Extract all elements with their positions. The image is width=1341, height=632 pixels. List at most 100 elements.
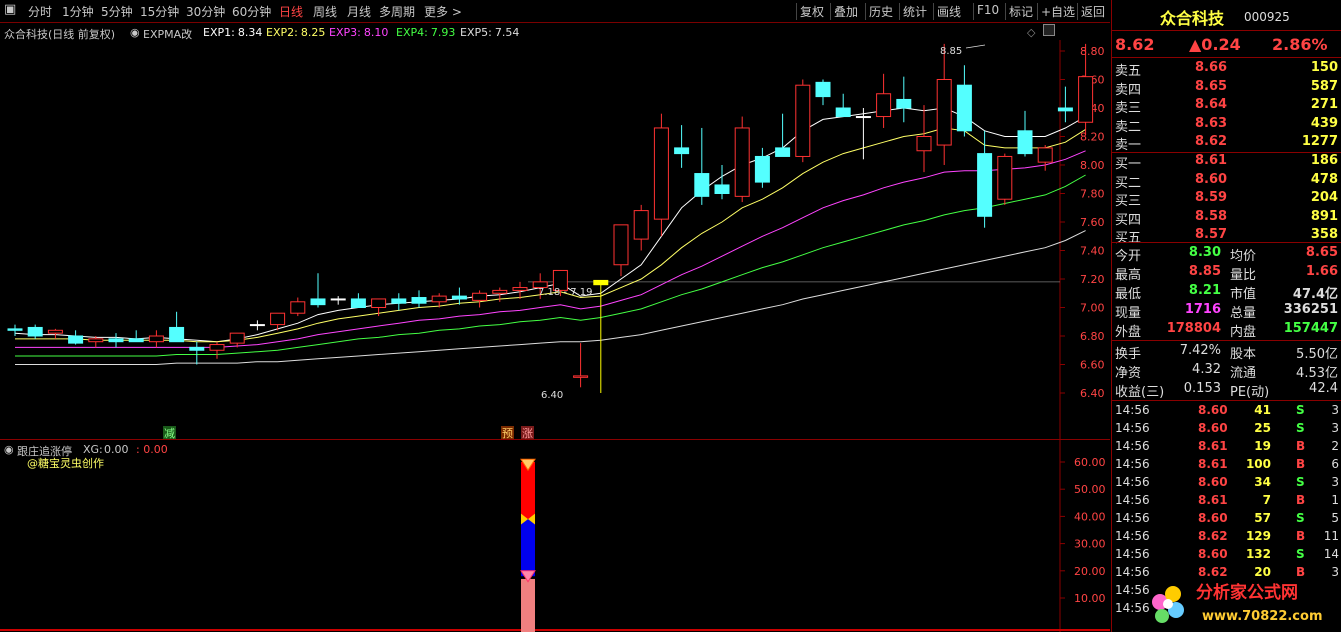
candle-body[interactable]	[371, 298, 387, 309]
candle-body[interactable]	[977, 153, 993, 217]
candle-body[interactable]	[7, 328, 23, 331]
candle-body[interactable]	[229, 332, 245, 344]
toolbar-button-2[interactable]: 历史	[869, 3, 893, 20]
stat-value: 47.4亿	[1292, 287, 1338, 302]
tick-time: 14:56	[1115, 403, 1150, 417]
tick-count: 3	[1331, 403, 1339, 417]
toolbar-button-4[interactable]: 画线	[937, 3, 961, 20]
candle-body[interactable]	[189, 346, 205, 351]
toolbar-button-0[interactable]: 复权	[800, 3, 824, 20]
candle-body[interactable]	[209, 344, 225, 351]
candle-body[interactable]	[472, 292, 488, 301]
maximize-icon[interactable]	[1043, 24, 1055, 36]
candle-body[interactable]	[694, 173, 710, 197]
candle-body[interactable]	[169, 326, 185, 343]
period-tab-4[interactable]: 30分钟	[186, 3, 225, 20]
candle-body[interactable]	[47, 329, 63, 334]
period-tab-10[interactable]: 更多 >	[424, 3, 462, 20]
candle-body[interactable]	[249, 324, 265, 327]
candle-body[interactable]	[350, 298, 366, 309]
toolbar-separator	[973, 3, 974, 20]
price-axis-label: 6.40	[1080, 387, 1105, 400]
candle-body[interactable]	[1057, 107, 1073, 112]
candle-body[interactable]	[27, 326, 43, 337]
candle-body[interactable]	[754, 155, 770, 183]
candle-body[interactable]	[411, 297, 427, 304]
candle-body[interactable]	[391, 298, 407, 304]
toolbar-button-7[interactable]: +自选	[1041, 3, 1075, 20]
candle-body[interactable]	[674, 147, 690, 155]
candle-body[interactable]	[88, 338, 104, 343]
candle-body[interactable]	[815, 81, 831, 98]
candle-body[interactable]	[108, 338, 124, 343]
candle-body[interactable]	[633, 210, 649, 240]
bid-volume: 891	[1310, 208, 1338, 224]
candle-body[interactable]	[1037, 147, 1053, 163]
candle-body[interactable]	[1078, 76, 1094, 123]
candle-body[interactable]	[653, 127, 669, 220]
period-tab-5[interactable]: 60分钟	[232, 3, 271, 20]
candle-body[interactable]	[896, 98, 912, 109]
exp5-value: 7.54	[494, 26, 520, 39]
period-tab-2[interactable]: 5分钟	[101, 3, 133, 20]
last-price: 8.62	[1115, 35, 1155, 54]
period-tab-9[interactable]: 多周期	[379, 3, 415, 20]
menu-icon[interactable]: ▣	[4, 2, 16, 17]
candle-body[interactable]	[876, 93, 892, 118]
blue-bar[interactable]	[521, 519, 535, 577]
toolbar-button-8[interactable]: 返回	[1081, 3, 1105, 20]
candle-body[interactable]	[128, 338, 144, 343]
fund-value: 42.4	[1309, 381, 1338, 396]
candle-body[interactable]	[512, 287, 528, 291]
candle-body[interactable]	[775, 147, 791, 157]
candle-body[interactable]	[936, 79, 952, 146]
tick-volume: 25	[1254, 421, 1271, 435]
period-tab-1[interactable]: 1分钟	[62, 3, 94, 20]
candle-body[interactable]	[68, 335, 84, 344]
candle-body[interactable]	[310, 298, 326, 306]
quote-panel: 众合科技 000925 8.62 ▲0.24 2.86% 卖五 8.66 150 卖四 8.65 5…	[1111, 0, 1341, 632]
pink-bar[interactable]	[521, 578, 535, 632]
period-tab-0[interactable]: 分时	[28, 3, 52, 20]
tick-side: B	[1296, 457, 1306, 471]
toolbar-button-3[interactable]: 统计	[903, 3, 927, 20]
candle-body[interactable]	[593, 279, 609, 286]
sub-indicator-chart[interactable]: 60.00 50.00 40.00 30.00 20.00 10.00	[0, 440, 1110, 632]
tick-time: 14:56	[1115, 511, 1150, 525]
candle-body[interactable]	[573, 375, 589, 378]
exp5-label: EXP5: 7.54	[460, 26, 519, 39]
candle-body[interactable]	[734, 127, 750, 197]
candle-body[interactable]	[290, 301, 306, 314]
ask-volume: 150	[1310, 60, 1338, 75]
toolbar-button-6[interactable]: 标记	[1009, 3, 1033, 20]
candle-body[interactable]	[1017, 130, 1033, 155]
period-tab-7[interactable]: 周线	[313, 3, 337, 20]
candle-body[interactable]	[916, 136, 932, 152]
period-tab-3[interactable]: 15分钟	[140, 3, 179, 20]
candle-body[interactable]	[330, 298, 346, 301]
candle-body[interactable]	[431, 295, 447, 303]
candle-body[interactable]	[492, 289, 508, 294]
candle-body[interactable]	[855, 116, 871, 119]
indicator-toggle-icon[interactable]: ◉	[130, 26, 140, 39]
period-tab-8[interactable]: 月线	[347, 3, 371, 20]
candle-body[interactable]	[956, 84, 972, 132]
candle-body[interactable]	[795, 84, 811, 157]
toolbar-button-5[interactable]: F10	[977, 3, 999, 17]
candle-body[interactable]	[997, 155, 1013, 200]
candle-body[interactable]	[835, 107, 851, 118]
price-axis-label: 7.80	[1080, 188, 1105, 201]
candlestick-chart[interactable]: 8.808.608.408.208.007.807.607.407.207.00…	[0, 40, 1110, 440]
period-tab-6[interactable]: 日线	[279, 3, 303, 20]
candle-body[interactable]	[270, 312, 286, 326]
candle-body[interactable]	[714, 184, 730, 194]
toolbar-separator	[1037, 3, 1038, 20]
candle-body[interactable]	[148, 335, 164, 343]
toolbar-button-1[interactable]: 叠加	[834, 3, 858, 20]
price-axis-label: 6.80	[1080, 330, 1105, 343]
tick-time: 14:56	[1115, 457, 1150, 471]
candle-body[interactable]	[451, 295, 467, 300]
collapse-icon[interactable]: ◇	[1027, 26, 1035, 39]
exp-line-exp2	[15, 127, 1086, 343]
candle-body[interactable]	[613, 224, 629, 266]
